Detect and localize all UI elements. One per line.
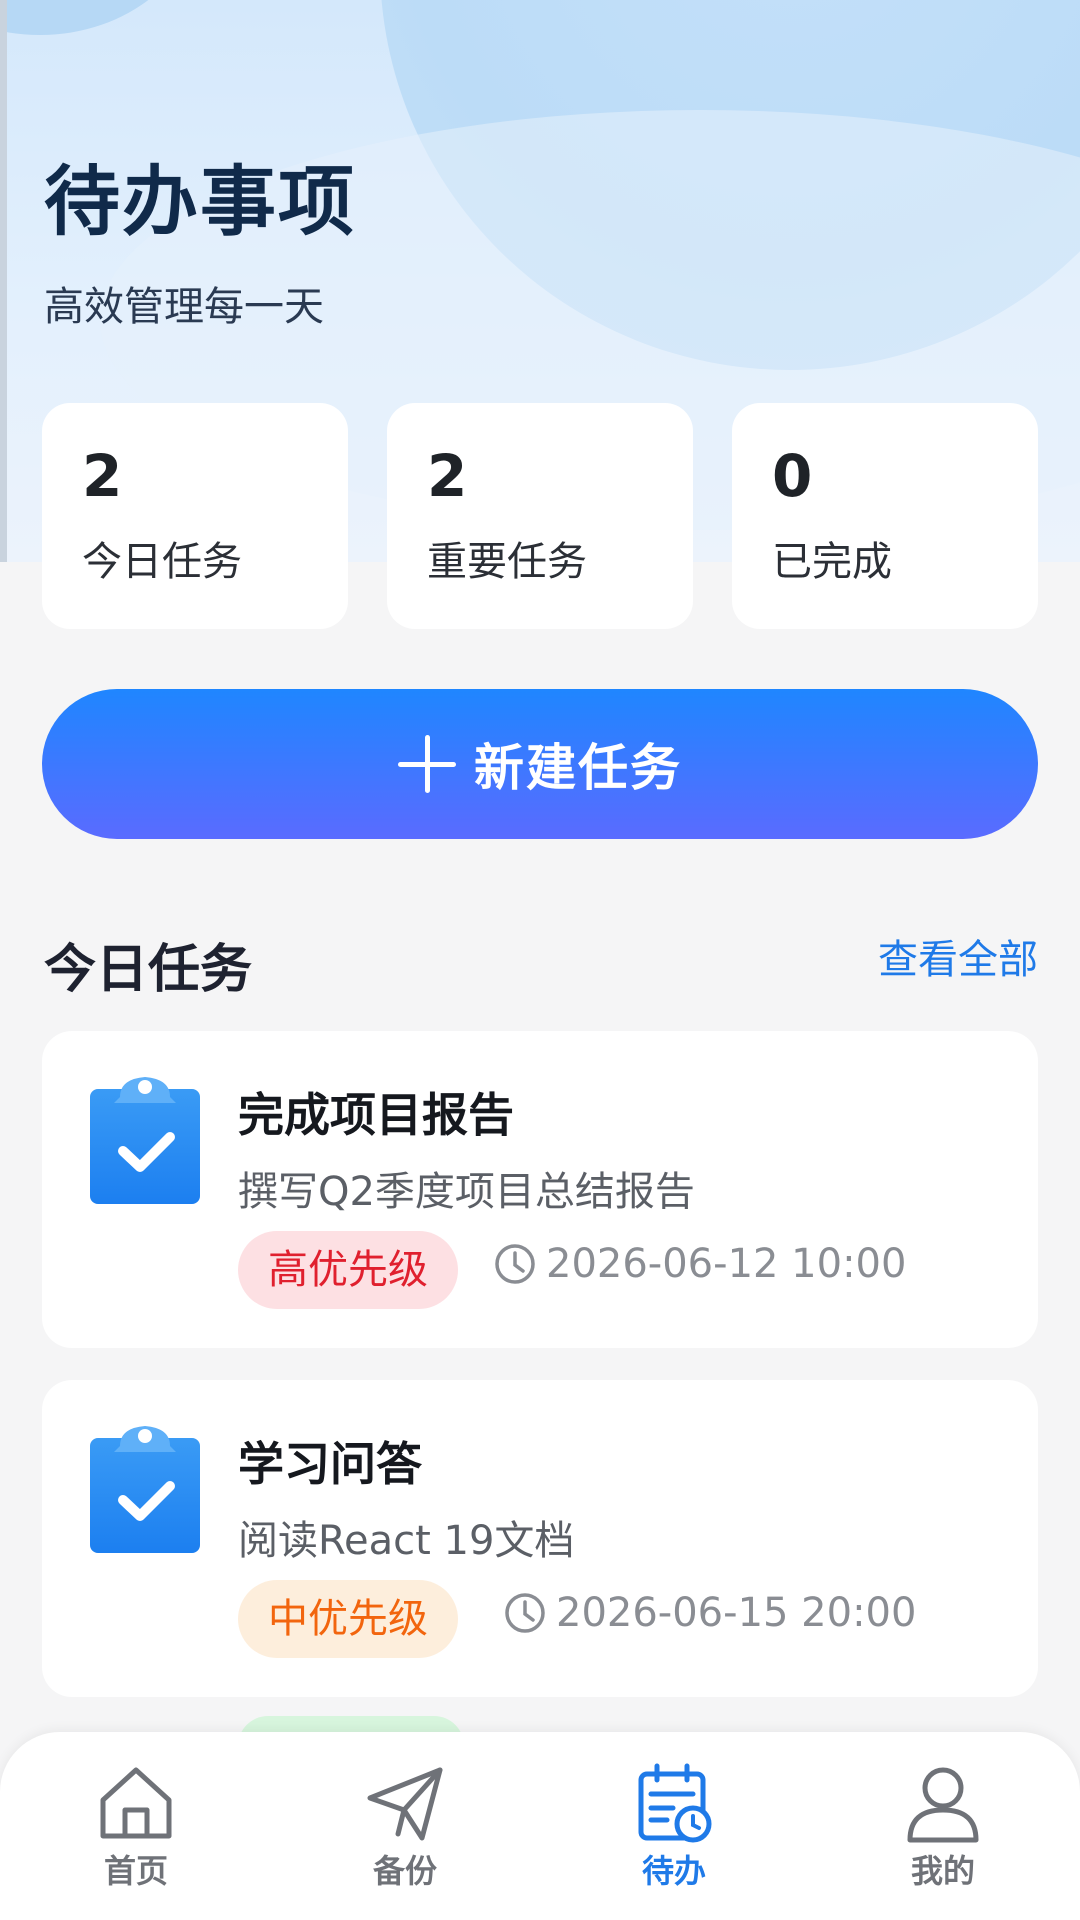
stat-value: 2: [82, 442, 123, 510]
page-subtitle: 高效管理每一天: [44, 284, 324, 330]
priority-badge: 中优先级: [238, 1580, 458, 1658]
task-description: 阅读React 19文档: [238, 1518, 575, 1564]
clock-icon: [505, 1593, 545, 1633]
tab-label: 我的: [910, 1852, 975, 1890]
tab-label: 待办: [641, 1852, 706, 1890]
stat-label: 重要任务: [427, 539, 587, 585]
task-card[interactable]: 完成项目报告 撰写Q2季度项目总结报告 高优先级 2026-06-12 10:0…: [42, 1031, 1038, 1348]
clipboard-check-icon: [90, 1077, 200, 1204]
stat-card-completed[interactable]: 0 已完成: [732, 403, 1038, 629]
new-task-label: 新建任务: [474, 739, 682, 797]
bottom-tab-bar: 首页 备份 待办 我的: [0, 1732, 1080, 1920]
due-time: 2026-06-12 10:00: [494, 1241, 906, 1287]
user-icon: [907, 1767, 979, 1843]
stat-value: 2: [427, 442, 468, 510]
due-text: 2026-06-15 20:00: [556, 1590, 917, 1636]
paper-plane-icon: [367, 1767, 443, 1841]
clock-icon: [495, 1244, 535, 1284]
stat-label: 今日任务: [82, 539, 242, 585]
clipboard-check-icon: [90, 1426, 200, 1553]
tab-home[interactable]: 首页: [46, 1762, 226, 1892]
due-time: 2026-06-15 20:00: [504, 1590, 916, 1636]
task-title: 完成项目报告: [238, 1088, 514, 1142]
new-task-button[interactable]: 新建任务: [42, 689, 1038, 839]
view-all-link[interactable]: 查看全部: [878, 927, 1038, 985]
stat-card-today[interactable]: 2 今日任务: [42, 403, 348, 629]
stat-card-important[interactable]: 2 重要任务: [387, 403, 693, 629]
due-text: 2026-06-12 10:00: [546, 1241, 907, 1287]
edge-strip: [0, 0, 7, 562]
plus-icon: [398, 735, 456, 793]
tab-backup[interactable]: 备份: [315, 1762, 495, 1892]
stat-value: 0: [772, 442, 813, 510]
stat-label: 已完成: [772, 539, 892, 585]
calendar-clock-icon: [638, 1763, 712, 1843]
page-title: 待办事项: [44, 157, 356, 246]
task-description: 撰写Q2季度项目总结报告: [238, 1169, 695, 1215]
task-title: 学习问答: [238, 1437, 422, 1491]
section-title: 今日任务: [44, 940, 253, 1000]
tab-label: 备份: [372, 1852, 437, 1890]
priority-badge: 高优先级: [238, 1231, 458, 1309]
tab-todo[interactable]: 待办: [584, 1762, 764, 1892]
tab-profile[interactable]: 我的: [853, 1762, 1033, 1892]
tab-label: 首页: [103, 1852, 168, 1890]
decor-circle: [0, 0, 200, 35]
home-icon: [100, 1767, 172, 1839]
task-card[interactable]: 学习问答 阅读React 19文档 中优先级 2026-06-15 20:00: [42, 1380, 1038, 1697]
